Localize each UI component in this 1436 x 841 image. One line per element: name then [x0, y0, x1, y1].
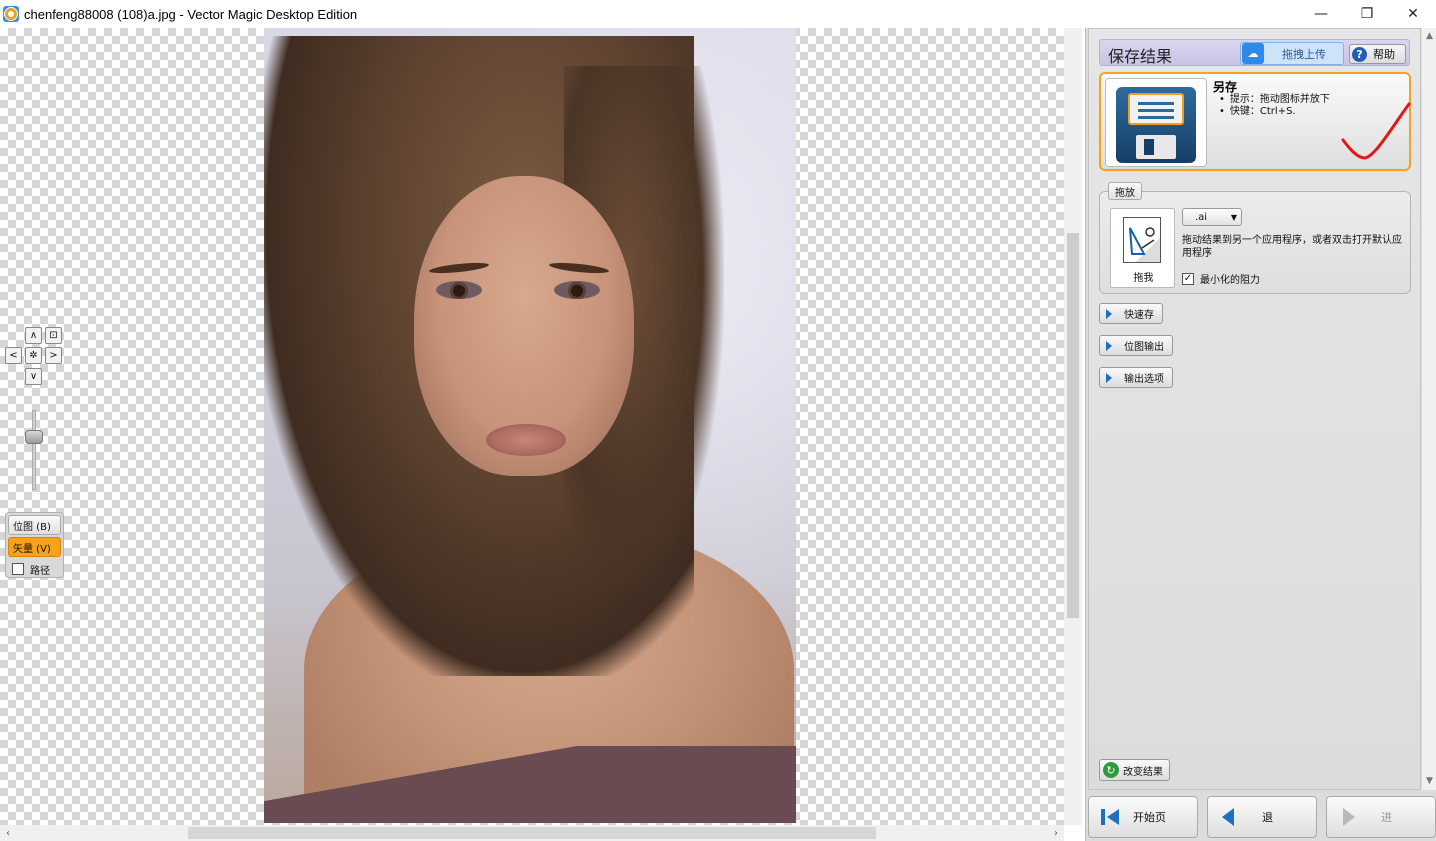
chevron-down-icon: ▼ [1230, 213, 1237, 222]
drag-description: 拖动结果到另一个应用程序，或者双击打开默认应用程序 [1182, 235, 1402, 259]
maximize-button[interactable]: ❐ [1344, 0, 1390, 28]
image-canvas[interactable]: ∧ ⊡ < ✲ > ∨ 位图 (B) 矢量 (V) 路径 [0, 28, 1064, 825]
scroll-right-arrow[interactable]: › [1048, 825, 1064, 841]
panel-content: 保存结果 ☁ 拖拽上传 ? 帮助 另存 提示：拖动图标并放下 快键：Ctrl+S… [1088, 28, 1421, 790]
quick-save-label: 快速存 [1124, 310, 1154, 321]
canvas-vertical-scrollbar[interactable] [1064, 28, 1082, 825]
change-result-button[interactable]: ↻ 改变结果 [1099, 759, 1170, 781]
skip-back-icon [1099, 806, 1121, 828]
arrow-left-icon [1218, 806, 1240, 828]
expand-arrow-icon [1106, 308, 1112, 319]
wizard-navigation: 开始页 退 进 [1086, 794, 1436, 841]
drag-upload-button[interactable]: ☁ 拖拽上传 [1240, 42, 1344, 65]
format-value: .ai [1195, 211, 1208, 223]
path-checkbox[interactable] [12, 563, 24, 575]
panel-header: 保存结果 ☁ 拖拽上传 ? 帮助 [1099, 39, 1410, 66]
help-label: 帮助 [1373, 48, 1395, 61]
zoom-slider-thumb[interactable] [25, 430, 43, 444]
save-results-panel: 保存结果 ☁ 拖拽上传 ? 帮助 另存 提示：拖动图标并放下 快键：Ctrl+S… [1085, 28, 1436, 841]
output-options-button[interactable]: 输出选项 [1099, 367, 1173, 388]
save-as-tip-drag: 提示：拖动图标并放下 [1219, 94, 1330, 106]
change-result-label: 改变结果 [1123, 766, 1163, 778]
pan-up-button[interactable]: ∧ [25, 327, 42, 344]
vector-mode-button[interactable]: 矢量 (V) [8, 537, 61, 557]
floppy-disk-icon [1116, 87, 1196, 163]
canvas-horizontal-scrollbar[interactable]: ‹ › [0, 825, 1064, 841]
start-page-label: 开始页 [1133, 811, 1166, 824]
panel-scroll-down-arrow[interactable]: ▼ [1422, 773, 1436, 788]
title-bar: chenfeng88008 (108)a.jpg - Vector Magic … [0, 0, 1436, 28]
back-label: 退 [1262, 811, 1273, 824]
forward-button[interactable]: 进 [1326, 796, 1436, 838]
bitmap-output-label: 位图输出 [1124, 342, 1164, 353]
pan-down-button[interactable]: ∨ [25, 368, 42, 385]
pan-right-button[interactable]: > [45, 347, 62, 364]
drag-document-icon [1123, 217, 1161, 263]
save-as-tip-shortcut: 快键：Ctrl+S. [1219, 106, 1330, 118]
forward-label: 进 [1381, 811, 1392, 824]
min-resistance-label: 最小化的阻力 [1200, 275, 1260, 286]
min-resistance-toggle[interactable]: ✓ 最小化的阻力 [1182, 271, 1260, 286]
format-dropdown[interactable]: .ai ▼ [1182, 208, 1242, 226]
cloud-upload-icon: ☁ [1242, 43, 1264, 64]
drag-drop-section: 拖放 拖我 .ai ▼ 拖动结果到另一个应用程序，或者双击打开默认应用程序 ✓ [1099, 182, 1411, 294]
min-resistance-checkbox[interactable]: ✓ [1182, 272, 1194, 285]
pan-left-button[interactable]: < [5, 347, 22, 364]
back-button[interactable]: 退 [1207, 796, 1317, 838]
app-icon [3, 6, 19, 22]
bitmap-mode-button[interactable]: 位图 (B) [8, 515, 61, 535]
window-controls: — ❐ ✕ [1298, 0, 1436, 28]
save-as-title: 另存 [1213, 80, 1238, 94]
drag-me-caption: 拖我 [1133, 273, 1154, 284]
view-mode-panel: 位图 (B) 矢量 (V) 路径 [5, 512, 64, 578]
arrow-right-icon [1337, 806, 1359, 828]
horizontal-scroll-thumb[interactable] [188, 827, 876, 839]
pan-control-pad: ∧ ⊡ < ✲ > ∨ [5, 327, 65, 387]
panel-vertical-scrollbar[interactable]: ▲ ▼ [1422, 28, 1436, 790]
output-options-label: 输出选项 [1124, 374, 1164, 385]
zoom-slider-track [32, 410, 36, 490]
pan-center-button[interactable]: ✲ [25, 347, 42, 364]
fit-view-button[interactable]: ⊡ [45, 327, 62, 344]
help-button[interactable]: ? 帮助 [1349, 44, 1406, 64]
path-toggle[interactable]: 路径 [8, 559, 61, 579]
drag-upload-label: 拖拽上传 [1282, 47, 1326, 61]
close-button[interactable]: ✕ [1390, 0, 1436, 28]
panel-title: 保存结果 [1108, 47, 1173, 66]
window-title: chenfeng88008 (108)a.jpg - Vector Magic … [24, 6, 358, 22]
drag-me-icon-button[interactable]: 拖我 [1110, 208, 1175, 288]
zoom-slider[interactable] [25, 410, 43, 490]
save-as-icon-button[interactable] [1105, 78, 1207, 167]
quick-save-button[interactable]: 快速存 [1099, 303, 1163, 324]
vertical-scroll-thumb[interactable] [1067, 233, 1079, 618]
refresh-icon: ↻ [1103, 762, 1119, 778]
save-as-section[interactable]: 另存 提示：拖动图标并放下 快键：Ctrl+S. [1099, 72, 1411, 171]
scroll-left-arrow[interactable]: ‹ [0, 825, 16, 841]
drag-drop-tag: 拖放 [1108, 182, 1142, 200]
bitmap-output-button[interactable]: 位图输出 [1099, 335, 1173, 356]
expand-arrow-icon [1106, 372, 1112, 383]
vector-result-image [264, 28, 796, 823]
path-label: 路径 [30, 565, 50, 577]
expand-arrow-icon [1106, 340, 1112, 351]
panel-scroll-up-arrow[interactable]: ▲ [1422, 28, 1436, 43]
minimize-button[interactable]: — [1298, 0, 1344, 28]
checkmark-icon [1341, 102, 1411, 160]
help-icon: ? [1352, 46, 1367, 62]
start-page-button[interactable]: 开始页 [1088, 796, 1198, 838]
save-as-tips: 提示：拖动图标并放下 快键：Ctrl+S. [1219, 94, 1330, 118]
